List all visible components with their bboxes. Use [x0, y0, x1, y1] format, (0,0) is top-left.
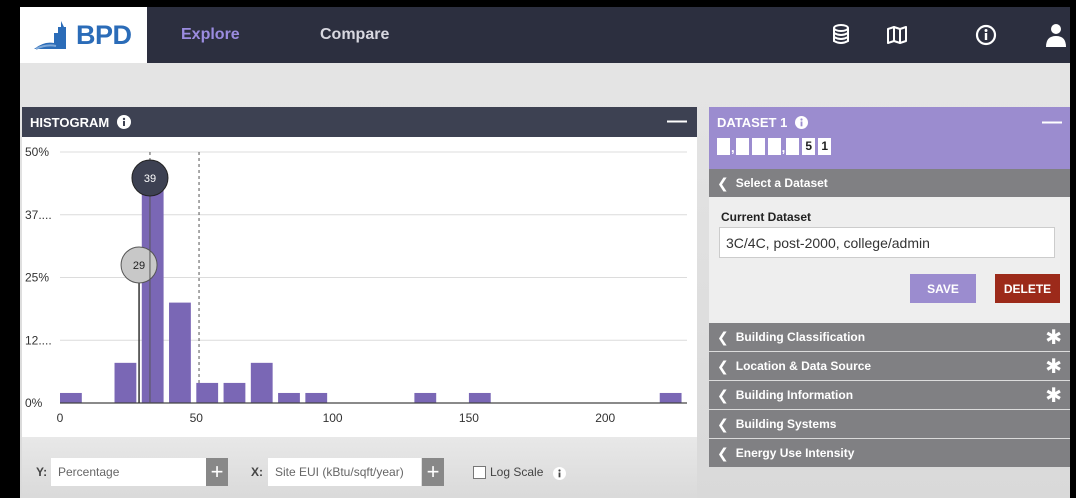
section-location-data-source[interactable]: ❮ Location & Data Source ✱	[709, 352, 1070, 380]
current-dataset-label: Current Dataset	[721, 210, 812, 224]
histogram-chart: 0% 12.... 25% 37.... 50% 0 50 100 150 200 29 39	[25, 145, 687, 425]
histogram-bar	[250, 362, 273, 403]
x-axis-select[interactable]: Site EUI (kBtu/sqft/year)	[268, 458, 421, 486]
histogram-panel: HISTOGRAM — 0% 12.... 25% 37.... 50% 0 50 100 15…	[22, 107, 697, 498]
x-tick-label: 50	[190, 411, 204, 425]
section-building-information[interactable]: ❮ Building Information ✱	[709, 381, 1070, 409]
histogram-bar	[196, 382, 219, 403]
chevron-left-icon: ❮	[717, 174, 729, 191]
x-tick-label: 200	[595, 411, 615, 425]
section-building-classification[interactable]: ❮ Building Classification ✱	[709, 323, 1070, 351]
marker-label: 39	[144, 173, 156, 185]
save-button[interactable]: SAVE	[910, 274, 976, 303]
count-digit	[717, 138, 730, 155]
logo-text: BPD	[76, 19, 132, 50]
histogram-bar	[305, 392, 328, 403]
nav-explore[interactable]: Explore	[181, 26, 240, 44]
info-icon[interactable]	[117, 115, 132, 129]
histogram-bar	[659, 392, 682, 403]
dataset-title-row: DATASET 1	[717, 115, 809, 130]
histogram-bar	[278, 392, 300, 403]
x-tick-label: 0	[57, 411, 64, 425]
histogram-collapse-button[interactable]: —	[667, 111, 687, 131]
marker-label: 29	[133, 260, 145, 272]
dataset-title: DATASET 1	[717, 115, 788, 130]
dataset-count: , , 5 1	[717, 138, 834, 155]
log-scale-label: Log Scale	[490, 465, 544, 479]
y-tick-label: 37....	[25, 208, 52, 222]
log-scale-checkbox[interactable]	[473, 466, 486, 479]
current-dataset-input[interactable]: 3C/4C, post-2000, college/admin	[719, 227, 1055, 258]
histogram-bar	[169, 302, 191, 403]
dataset-collapse-button[interactable]: —	[1042, 111, 1062, 134]
y-axis-add-button[interactable]: +	[206, 458, 228, 486]
dataset-header: DATASET 1 — , , 5 1	[709, 107, 1070, 169]
histogram-chart-area: 0% 12.... 25% 37.... 50% 0 50 100 150 200 29 39	[22, 137, 697, 437]
current-dataset-section: Current Dataset 3C/4C, post-2000, colleg…	[709, 197, 1070, 323]
user-icon[interactable]	[1042, 21, 1070, 49]
chevron-left-icon: ❮	[717, 386, 729, 403]
histogram-bar	[468, 392, 491, 403]
log-scale-info-icon[interactable]	[553, 467, 566, 480]
asterisk-icon: ✱	[1045, 356, 1062, 378]
select-dataset-label: Select a Dataset	[735, 176, 828, 190]
map-icon[interactable]	[883, 21, 911, 49]
asterisk-icon: ✱	[1045, 385, 1062, 407]
section-label: Location & Data Source	[735, 359, 872, 373]
x-tick-label: 150	[459, 411, 479, 425]
count-digit	[735, 138, 749, 155]
count-separator: ,	[781, 140, 786, 155]
x-tick-label: 100	[323, 411, 343, 425]
dataset-panel: DATASET 1 — , , 5 1 ❮ Select a Dataset C…	[709, 107, 1070, 498]
select-dataset-bar[interactable]: ❮ Select a Dataset	[709, 169, 1070, 197]
y-tick-label: 0%	[25, 396, 43, 410]
histogram-controls: Y: Percentage + X: Site EUI (kBtu/sqft/y…	[22, 437, 697, 498]
section-label: Energy Use Intensity	[735, 446, 855, 460]
histogram-header: HISTOGRAM —	[22, 107, 697, 137]
nav-compare[interactable]: Compare	[320, 26, 389, 44]
x-axis-label: X:	[251, 465, 263, 479]
y-axis-label: Y:	[36, 465, 48, 479]
count-separator: ,	[731, 140, 735, 155]
app: BPD Explore Compare HISTOGRAM — 0% 12...…	[20, 7, 1070, 498]
info-icon[interactable]	[972, 21, 1000, 49]
count-digit: 1	[818, 138, 832, 155]
chevron-left-icon: ❮	[717, 357, 729, 374]
histogram-bar	[60, 392, 82, 403]
chevron-left-icon: ❮	[717, 328, 729, 345]
y-tick-label: 25%	[25, 271, 49, 285]
window-frame: BPD Explore Compare HISTOGRAM — 0% 12...…	[0, 0, 1076, 498]
histogram-bar	[114, 362, 137, 403]
histogram-bar	[141, 187, 164, 403]
asterisk-icon: ✱	[1045, 327, 1062, 349]
dataset-info-icon[interactable]	[795, 116, 809, 129]
database-icon[interactable]	[828, 21, 856, 49]
top-nav: BPD Explore Compare	[20, 7, 1070, 63]
y-tick-label: 12....	[25, 333, 52, 347]
section-label: Building Information	[735, 388, 854, 402]
skyline-icon	[34, 21, 66, 50]
logo[interactable]: BPD	[20, 7, 147, 63]
chevron-left-icon: ❮	[717, 444, 729, 461]
y-tick-label: 50%	[25, 145, 49, 159]
section-building-systems[interactable]: ❮ Building Systems	[709, 410, 1070, 438]
count-digit	[767, 138, 781, 155]
delete-button[interactable]: DELETE	[995, 274, 1060, 303]
count-digit	[786, 138, 800, 155]
section-energy-use-intensity[interactable]: ❮ Energy Use Intensity	[709, 439, 1070, 467]
y-axis-select[interactable]: Percentage	[51, 458, 206, 486]
count-digit: 5	[802, 138, 816, 155]
section-label: Building Systems	[735, 417, 837, 431]
x-axis-add-button[interactable]: +	[422, 458, 444, 486]
plus-icon: +	[210, 459, 224, 484]
plus-icon: +	[426, 459, 440, 484]
section-label: Building Classification	[735, 330, 866, 344]
histogram-bar	[223, 382, 246, 403]
count-digit	[751, 138, 765, 155]
histogram-bar	[414, 392, 437, 403]
chevron-left-icon: ❮	[717, 415, 729, 432]
histogram-title: HISTOGRAM	[30, 114, 110, 130]
